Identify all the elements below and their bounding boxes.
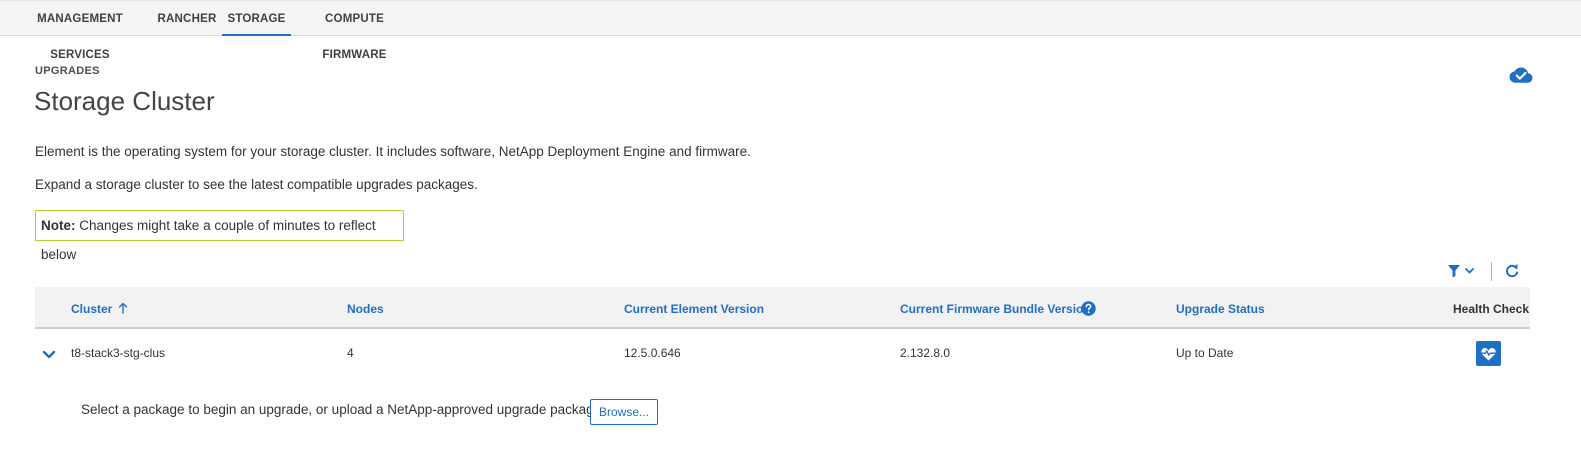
refresh-icon[interactable] [1504, 263, 1520, 279]
sort-ascending-icon[interactable] [118, 302, 128, 314]
tab-storage[interactable]: STORAGE [222, 1, 291, 36]
tab-compute-firmware[interactable]: COMPUTE FIRMWARE [295, 1, 414, 61]
note-label: Note: [41, 218, 76, 233]
help-icon[interactable] [1081, 301, 1096, 316]
upload-instructions: Select a package to begin an upgrade, or… [81, 402, 605, 417]
column-header-nodes[interactable]: Nodes [347, 287, 384, 329]
cell-upgrade-status: Up to Date [1176, 346, 1234, 360]
filter-icon[interactable] [1447, 264, 1477, 278]
column-header-cluster[interactable]: Cluster [71, 287, 128, 329]
column-header-upgrade-status[interactable]: Upgrade Status [1176, 287, 1265, 329]
breadcrumb: UPGRADES [35, 65, 100, 77]
table-row[interactable]: t8-stack3-stg-clus 4 12.5.0.646 2.132.8.… [35, 331, 1530, 376]
table-header: Cluster Nodes Current Element Version Cu… [35, 287, 1530, 329]
column-header-cluster-label: Cluster [71, 302, 113, 316]
column-header-health-check: Health Check [1453, 302, 1530, 316]
note-banner: Note: Changes might take a couple of min… [35, 210, 404, 262]
heart-pulse-icon [1480, 348, 1497, 361]
cell-cluster-name: t8-stack3-stg-clus [71, 346, 166, 360]
health-check-button[interactable] [1476, 341, 1501, 366]
tab-rancher[interactable]: RANCHER [156, 1, 218, 36]
page-title: Storage Cluster [34, 86, 215, 116]
toolbar-divider [1491, 262, 1492, 281]
cell-element-version: 12.5.0.646 [624, 346, 681, 360]
column-header-firmware-version[interactable]: Current Firmware Bundle Version [900, 287, 1091, 329]
browse-button[interactable]: Browse... [590, 399, 658, 425]
note-text: Changes might take a couple of minutes t… [41, 218, 376, 262]
cell-nodes: 4 [347, 346, 354, 360]
description-element: Element is the operating system for your… [35, 144, 751, 159]
column-header-element-version[interactable]: Current Element Version [624, 287, 764, 329]
description-expand: Expand a storage cluster to see the late… [35, 177, 478, 192]
tab-management-services[interactable]: MANAGEMENT SERVICES [12, 1, 148, 61]
top-tab-bar: MANAGEMENT SERVICES RANCHER STORAGE COMP… [0, 0, 1581, 61]
cell-firmware-version: 2.132.8.0 [900, 346, 951, 360]
cloud-check-icon [1509, 67, 1533, 83]
